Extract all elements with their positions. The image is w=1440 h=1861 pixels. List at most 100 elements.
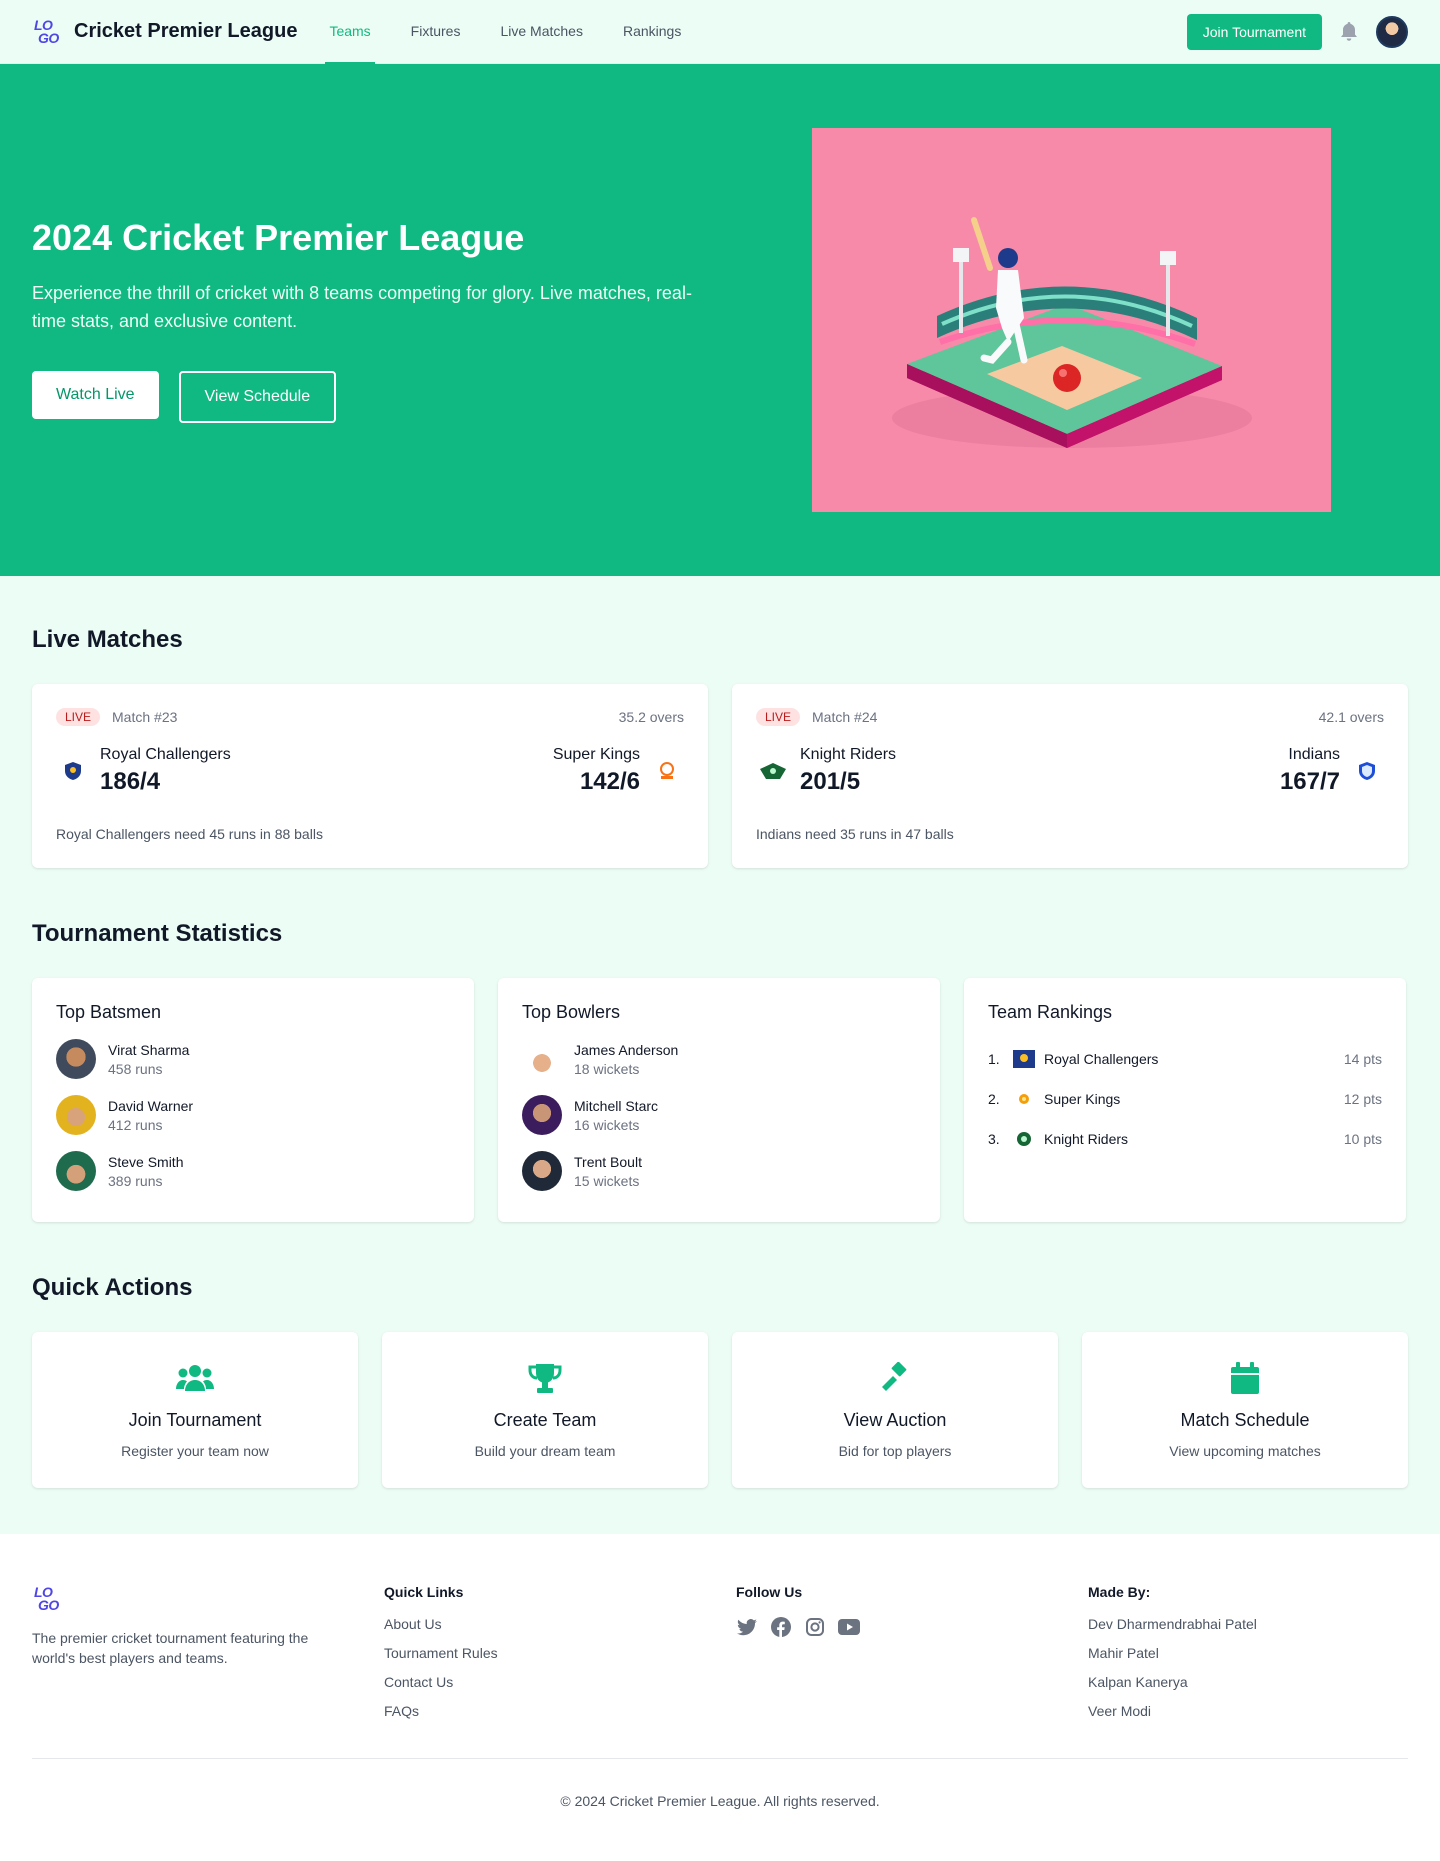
facebook-icon[interactable]: [770, 1616, 792, 1638]
footer-link-faqs[interactable]: FAQs: [384, 1703, 736, 1719]
hero-buttons: Watch Live View Schedule: [32, 371, 732, 423]
nav-link-fixtures[interactable]: Fixtures: [391, 0, 481, 64]
live-matches-grid: LIVE Match #23 35.2 overs Royal Challeng…: [32, 684, 1408, 868]
footer: LO GO The premier cricket tournament fea…: [0, 1534, 1440, 1861]
ranking-row[interactable]: 1. Royal Challengers 14 pts: [988, 1039, 1382, 1079]
player-stat: 389 runs: [108, 1172, 163, 1189]
knight-riders-logo-icon: [1012, 1127, 1036, 1151]
player-name: Trent Boult: [574, 1153, 642, 1170]
stats-grid: Top Batsmen Virat Sharma 458 runs David W…: [32, 978, 1408, 1222]
rank-number: 2.: [988, 1091, 1000, 1107]
rank-points: 12 pts: [1343, 1091, 1382, 1107]
match-status-note: Indians need 35 runs in 47 balls: [756, 826, 954, 842]
user-avatar[interactable]: [1376, 15, 1408, 48]
team-score: 201/5: [800, 768, 861, 795]
footer-link-about-us[interactable]: About Us: [384, 1616, 736, 1632]
logo[interactable]: LO GO: [32, 17, 62, 47]
quick-actions-title: Quick Actions: [32, 1274, 193, 1301]
player-stat: 16 wickets: [574, 1116, 640, 1133]
action-description: Bid for top players: [838, 1443, 952, 1459]
player-name: Mitchell Starc: [574, 1097, 659, 1114]
nav-link-live-matches[interactable]: Live Matches: [480, 0, 602, 64]
match-overs: 42.1 overs: [1318, 709, 1384, 725]
list-item[interactable]: James Anderson 18 wickets: [522, 1039, 916, 1079]
action-title: Create Team: [493, 1410, 597, 1430]
live-badge: LIVE: [756, 708, 801, 726]
list-item[interactable]: David Warner 412 runs: [56, 1095, 450, 1135]
top-navbar: LO GO Cricket Premier League Teams Fixtu…: [0, 0, 1440, 64]
match-overs: 35.2 overs: [618, 709, 684, 725]
quick-links-title: Quick Links: [384, 1584, 464, 1600]
view-schedule-button[interactable]: View Schedule: [178, 371, 337, 423]
team-name: Indians: [1288, 746, 1340, 763]
action-description: Build your dream team: [474, 1443, 616, 1459]
rank-team-name: Royal Challengers: [1044, 1051, 1159, 1067]
team-away: Indians 167/7: [1270, 746, 1384, 796]
player-stat: 18 wickets: [574, 1060, 640, 1077]
join-tournament-action[interactable]: Join Tournament Register your team now: [32, 1332, 358, 1488]
maker-name: Veer Modi: [1088, 1703, 1152, 1719]
team-score: 142/6: [579, 768, 640, 795]
social-links: [736, 1616, 1088, 1638]
footer-quick-links: Quick Links About Us Tournament Rules Co…: [384, 1584, 736, 1732]
watch-live-button[interactable]: Watch Live: [32, 371, 159, 419]
match-status-note: Royal Challengers need 45 runs in 88 bal…: [56, 826, 323, 842]
gavel-icon: [732, 1360, 1058, 1396]
team-home: Royal Challengers 186/4: [56, 746, 241, 796]
footer-link-tournament-rules[interactable]: Tournament Rules: [384, 1645, 736, 1661]
team-score: 186/4: [100, 768, 161, 795]
maker-name: Mahir Patel: [1088, 1645, 1159, 1661]
copyright-text: © 2024 Cricket Premier League. All right…: [560, 1793, 880, 1809]
view-auction-action[interactable]: View Auction Bid for top players: [732, 1332, 1058, 1488]
team-rankings-title: Team Rankings: [988, 1002, 1113, 1022]
live-matches-title: Live Matches: [32, 626, 183, 653]
nav-link-teams[interactable]: Teams: [325, 0, 375, 64]
youtube-icon[interactable]: [838, 1616, 860, 1638]
player-avatar: [56, 1095, 96, 1135]
quick-actions-grid: Join Tournament Register your team now C…: [32, 1332, 1408, 1488]
logo-text-bottom: GO: [38, 1597, 59, 1613]
nav-links: Teams Fixtures Live Matches Rankings: [325, 0, 701, 64]
twitter-icon[interactable]: [736, 1616, 758, 1638]
nav-link-rankings[interactable]: Rankings: [603, 0, 701, 64]
match-header: LIVE Match #23 35.2 overs: [56, 708, 684, 726]
team-rankings-card: Team Rankings 1. Royal Challengers 14 pt…: [964, 978, 1406, 1222]
player-name: Virat Sharma: [108, 1041, 190, 1058]
instagram-icon[interactable]: [804, 1616, 826, 1638]
top-batsmen-title: Top Batsmen: [56, 1002, 162, 1022]
list-item[interactable]: Virat Sharma 458 runs: [56, 1039, 450, 1079]
users-icon: [32, 1360, 358, 1396]
match-card[interactable]: LIVE Match #24 42.1 overs Knight Riders …: [732, 684, 1408, 868]
player-avatar: [522, 1151, 562, 1191]
brand-name: Cricket Premier League: [74, 20, 298, 42]
hero-text: 2024 Cricket Premier League Experience t…: [32, 217, 732, 423]
player-avatar: [522, 1039, 562, 1079]
player-avatar: [522, 1095, 562, 1135]
ranking-row[interactable]: 2. Super Kings 12 pts: [988, 1079, 1382, 1119]
list-item[interactable]: Trent Boult 15 wickets: [522, 1151, 916, 1191]
bell-icon[interactable]: [1338, 20, 1360, 44]
team-home: Knight Riders 201/5: [756, 746, 906, 796]
match-header: LIVE Match #24 42.1 overs: [756, 708, 1384, 726]
player-stat: 412 runs: [108, 1116, 163, 1133]
join-tournament-button[interactable]: Join Tournament: [1186, 13, 1322, 50]
match-teams: Royal Challengers 186/4 Super Kings 142/…: [56, 746, 684, 796]
calendar-icon: [1082, 1360, 1408, 1396]
maker-name: Dev Dharmendrabhai Patel: [1088, 1616, 1257, 1632]
list-item[interactable]: Mitchell Starc 16 wickets: [522, 1095, 916, 1135]
footer-made-by: Made By: Dev Dharmendrabhai Patel Mahir …: [1088, 1584, 1440, 1732]
footer-logo[interactable]: LO GO: [32, 1584, 62, 1614]
footer-about: LO GO The premier cricket tournament fea…: [32, 1584, 384, 1732]
rank-number: 1.: [988, 1051, 1000, 1067]
create-team-action[interactable]: Create Team Build your dream team: [382, 1332, 708, 1488]
list-item[interactable]: Steve Smith 389 runs: [56, 1151, 450, 1191]
player-name: James Anderson: [574, 1041, 679, 1058]
made-by-title: Made By:: [1088, 1584, 1151, 1600]
match-schedule-action[interactable]: Match Schedule View upcoming matches: [1082, 1332, 1408, 1488]
footer-link-contact-us[interactable]: Contact Us: [384, 1674, 736, 1690]
ranking-row[interactable]: 3. Knight Riders 10 pts: [988, 1119, 1382, 1159]
match-card[interactable]: LIVE Match #23 35.2 overs Royal Challeng…: [32, 684, 708, 868]
match-number: Match #23: [112, 709, 178, 725]
hero-section: 2024 Cricket Premier League Experience t…: [0, 64, 1440, 576]
royal-challengers-logo-icon: [56, 754, 90, 788]
